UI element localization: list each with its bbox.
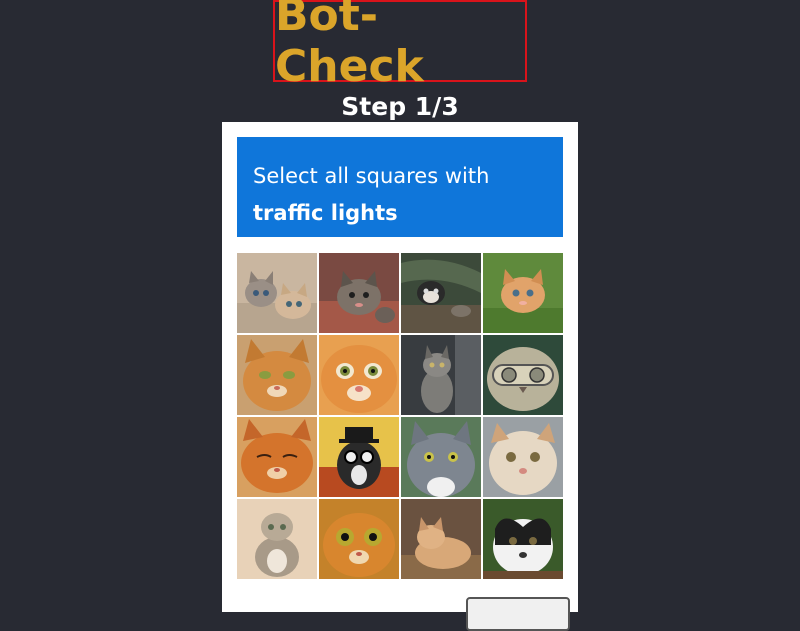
title-box: Bot-Check (273, 0, 527, 92)
grid-tile-8[interactable] (483, 335, 563, 415)
cat-image (319, 335, 399, 415)
grid-tile-16[interactable] (483, 499, 563, 579)
grid-tile-5[interactable] (237, 335, 317, 415)
cat-image (483, 499, 563, 579)
grid-tile-13[interactable] (237, 499, 317, 579)
grid-tile-15[interactable] (401, 499, 481, 579)
cat-image (237, 335, 317, 415)
grid-tile-2[interactable] (319, 253, 399, 333)
grid-tile-7[interactable] (401, 335, 481, 415)
captcha-panel: Select all squares with traffic lights (222, 122, 578, 631)
instruction-target: traffic lights (253, 201, 398, 225)
cat-image (319, 253, 399, 333)
cat-image (483, 335, 563, 415)
grid-tile-1[interactable] (237, 253, 317, 333)
cat-image (319, 417, 399, 497)
cat-image (237, 253, 317, 333)
cat-image (237, 417, 317, 497)
cat-image (319, 499, 399, 579)
cat-image (401, 499, 481, 579)
step-indicator: Step 1/3 (341, 92, 459, 121)
grid-tile-12[interactable] (483, 417, 563, 497)
instruction-text: Select all squares with (253, 164, 490, 188)
cat-image (401, 417, 481, 497)
verify-button[interactable] (466, 597, 570, 631)
grid-tile-6[interactable] (319, 335, 399, 415)
grid-tile-4[interactable] (483, 253, 563, 333)
cat-image (483, 417, 563, 497)
cat-image (483, 253, 563, 333)
cat-image (401, 253, 481, 333)
instruction-banner: Select all squares with traffic lights (237, 137, 563, 237)
image-grid (237, 253, 565, 581)
cat-image (401, 335, 481, 415)
grid-tile-14[interactable] (319, 499, 399, 579)
grid-tile-10[interactable] (319, 417, 399, 497)
grid-tile-11[interactable] (401, 417, 481, 497)
page-title: Bot-Check (275, 0, 424, 92)
grid-tile-3[interactable] (401, 253, 481, 333)
grid-tile-9[interactable] (237, 417, 317, 497)
cat-image (237, 499, 317, 579)
